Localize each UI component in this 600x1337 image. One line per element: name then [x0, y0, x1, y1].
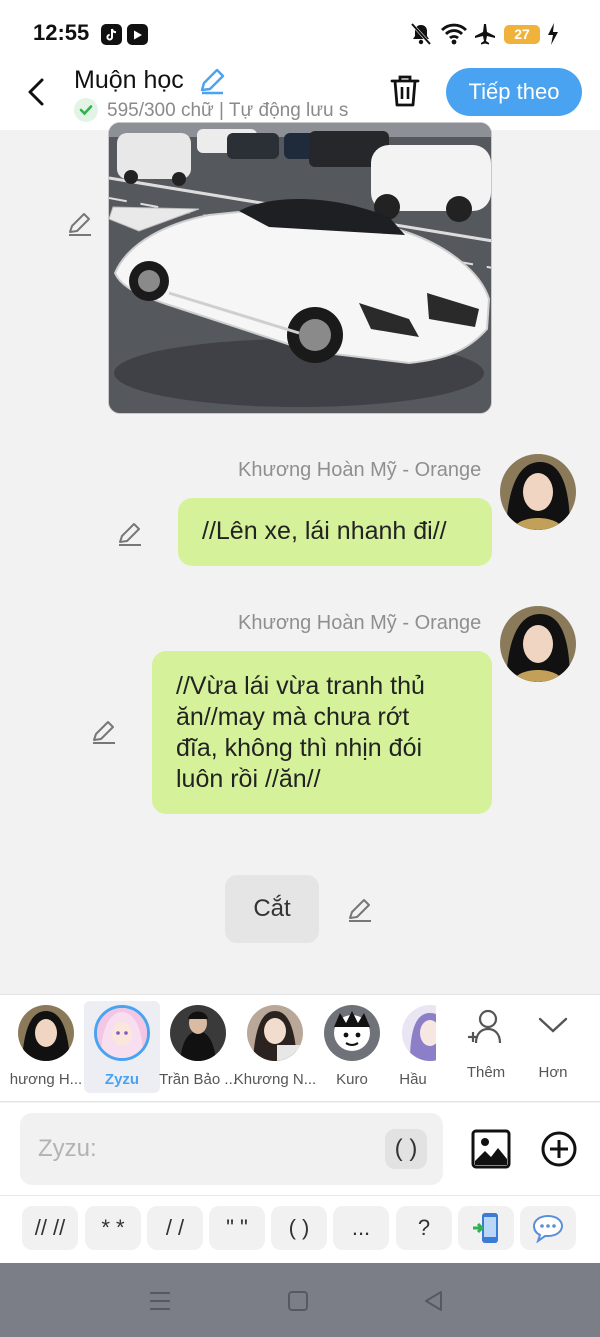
symbol-toolbar: // // * * / / " " ( ) ... ? [0, 1195, 600, 1263]
symbol-button[interactable]: * * [85, 1206, 141, 1250]
edit-title-icon[interactable] [197, 66, 227, 96]
back-button[interactable] [22, 72, 54, 112]
symbol-button[interactable]: ... [333, 1206, 389, 1250]
battery-icon: 27 [504, 25, 540, 44]
system-nav-bar [0, 1263, 600, 1337]
message-text-line: //Vừa lái vừa tranh thủ [176, 672, 425, 700]
symbol-button[interactable]: ? [396, 1206, 452, 1250]
character-item[interactable]: Kuro [314, 995, 390, 1103]
character-name: Kuro [336, 1071, 368, 1088]
status-bar: 12:55 27 [0, 0, 600, 64]
message-text: //Lên xe, lái nhanh đi// [202, 517, 447, 545]
sender-name: Khương Hoàn Mỹ - Orange [238, 459, 482, 481]
character-name: Trần Bảo ... [159, 1071, 237, 1088]
message-bubble[interactable]: //Lên xe, lái nhanh đi// [178, 498, 492, 566]
more-characters-button[interactable]: Hơn [521, 995, 585, 1103]
sender-name: Khương Hoàn Mỹ - Orange [238, 612, 482, 634]
wifi-icon [440, 22, 468, 46]
symbol-button[interactable]: ( ) [271, 1206, 327, 1250]
edit-message-icon[interactable] [66, 210, 94, 238]
message-text-line: ăn//may mà chưa rớt [176, 703, 410, 731]
recents-icon[interactable] [146, 1287, 174, 1315]
word-count-status: 595/300 chữ | Tự động lưu s [107, 100, 349, 121]
speech-bubble-icon[interactable] [520, 1206, 576, 1250]
tiktok-icon [101, 24, 122, 45]
narration-bubble[interactable]: Cắt [225, 875, 319, 943]
character-item[interactable]: Trần Bảo ... [159, 995, 237, 1103]
edit-message-icon[interactable] [90, 718, 118, 746]
chevron-down-icon [537, 1015, 569, 1040]
character-name: Zyzu [104, 1071, 140, 1088]
home-icon[interactable] [284, 1287, 312, 1315]
character-selector: hương H... Zyzu Trần Bảo ... Khương N...… [0, 994, 600, 1102]
message-text-line: đĩa, không thì nhịn đói [176, 734, 423, 762]
add-character-button[interactable]: Thêm [454, 995, 518, 1103]
charging-icon [546, 22, 560, 46]
story-title: Muộn học [74, 66, 184, 94]
message-input[interactable] [20, 1113, 443, 1185]
car-photo[interactable] [108, 122, 492, 414]
character-name: hương H... [9, 1071, 83, 1088]
character-avatar [247, 1005, 303, 1061]
symbol-button[interactable]: / / [147, 1206, 203, 1250]
add-character-label: Thêm [466, 1064, 506, 1081]
character-avatar [402, 1005, 436, 1061]
status-time: 12:55 [33, 20, 90, 45]
character-avatar [18, 1005, 74, 1061]
character-item[interactable]: hương H... [8, 995, 84, 1103]
edit-message-icon[interactable] [116, 520, 144, 548]
character-avatar [94, 1005, 150, 1061]
composer: ( ) [0, 1103, 600, 1195]
message-bubble[interactable]: //Vừa lái vừa tranh thủ ăn//may mà chưa … [152, 651, 492, 814]
trash-icon[interactable] [386, 72, 424, 110]
symbol-button[interactable]: " " [209, 1206, 265, 1250]
character-name: Khương N... [233, 1071, 317, 1088]
character-avatar [324, 1005, 380, 1061]
character-item[interactable]: Khương N... [234, 995, 316, 1103]
add-person-icon [466, 1007, 506, 1052]
character-item-selected[interactable]: Zyzu [84, 1001, 160, 1093]
avatar[interactable] [500, 454, 576, 530]
image-icon[interactable] [471, 1129, 511, 1169]
character-avatar [170, 1005, 226, 1061]
back-nav-icon[interactable] [420, 1287, 448, 1315]
symbol-button[interactable]: // // [22, 1206, 78, 1250]
avatar[interactable] [500, 606, 576, 682]
mute-icon [410, 22, 432, 46]
add-circle-icon[interactable] [540, 1130, 578, 1168]
parentheses-button[interactable]: ( ) [385, 1129, 427, 1169]
edit-message-icon[interactable] [346, 896, 374, 924]
more-characters-label: Hơn [538, 1064, 568, 1081]
youtube-icon [127, 24, 148, 45]
next-button[interactable]: Tiếp theo [446, 68, 582, 116]
saved-check-icon [74, 98, 98, 122]
phone-icon[interactable] [458, 1206, 514, 1250]
editor-header: Muộn học 595/300 chữ | Tự động lưu s Tiế… [0, 64, 600, 130]
character-name: Hầu [399, 1071, 427, 1088]
airplane-icon [473, 22, 497, 46]
character-item[interactable]: Hầu [390, 995, 436, 1103]
message-text-line: luôn rồi //ăn// [176, 765, 321, 793]
